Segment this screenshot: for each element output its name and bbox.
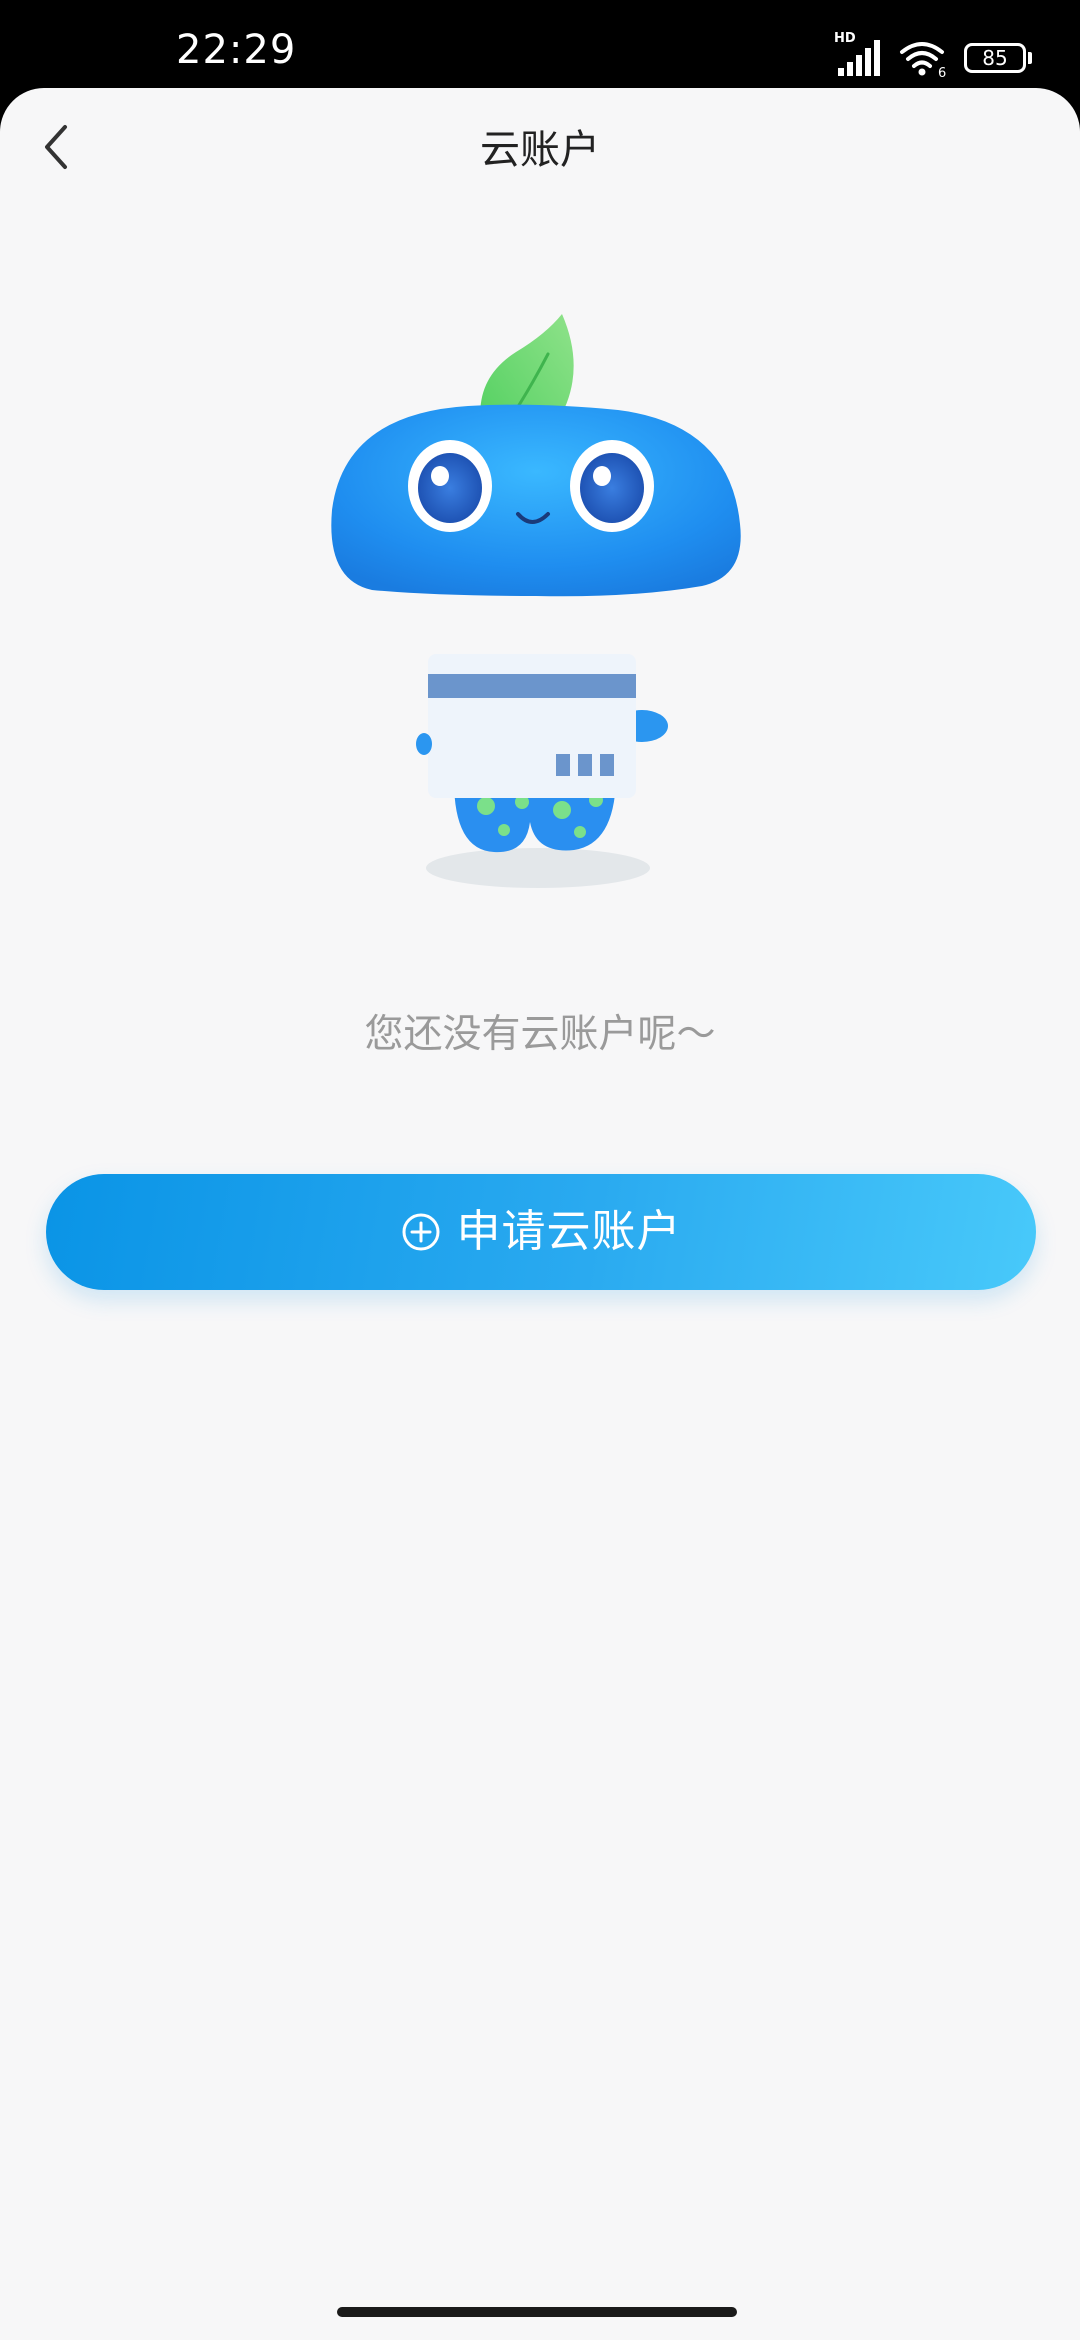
battery-icon: 85 (964, 43, 1026, 73)
network-type-label: HD (834, 31, 856, 46)
status-bar: 22:29 HD 6 85 (0, 0, 1080, 92)
apply-button-label: 申请云账户 (456, 1206, 682, 1257)
empty-state-message: 您还没有云账户呢～ (364, 1012, 716, 1057)
battery-level: 85 (982, 46, 1008, 70)
page-title: 云账户 (480, 127, 600, 173)
mascot-illustration (331, 314, 741, 888)
battery-cap (1028, 52, 1032, 64)
apply-cloud-account-button[interactable]: 申请云账户 (46, 1174, 1036, 1290)
wifi-icon: 6 (898, 38, 950, 81)
status-icons: HD 6 85 (834, 32, 1032, 81)
status-time: 22:29 (176, 27, 297, 73)
app-screen: 云账户 您还没有云账户呢～ 申请云账户 (0, 88, 1080, 2340)
plus-circle-icon (401, 1212, 441, 1252)
home-indicator[interactable] (337, 2307, 737, 2317)
nav-bar: 云账户 (0, 88, 1080, 220)
wifi-badge: 6 (938, 66, 946, 78)
signal-icon: HD (834, 32, 886, 78)
